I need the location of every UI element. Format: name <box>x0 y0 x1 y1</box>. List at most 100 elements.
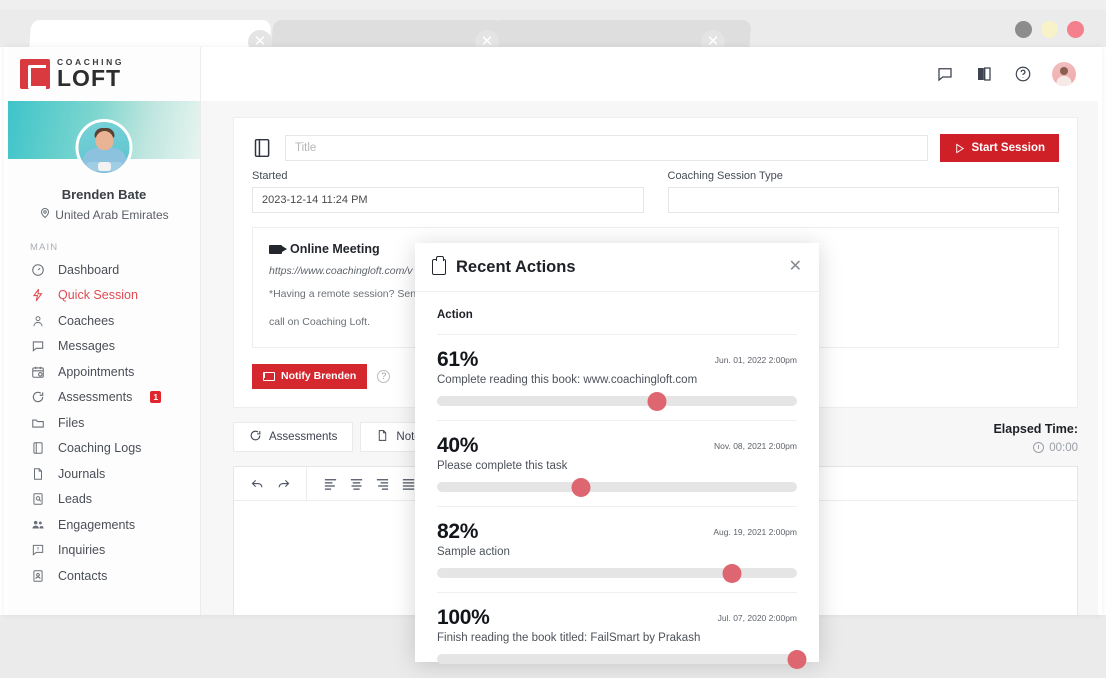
window-dot-maximize[interactable] <box>1041 21 1058 38</box>
logo-mark-icon <box>20 59 50 89</box>
sidebar-item-contacts[interactable]: Contacts <box>8 563 200 589</box>
slider-track <box>437 396 797 406</box>
sidebar-item-label: Journals <box>58 467 105 481</box>
action-header: 61% Jun. 01, 2022 2:00pm <box>437 348 797 372</box>
session-type-field: Coaching Session Type <box>668 170 1060 213</box>
logo-text: COACHING LOFT <box>57 58 124 91</box>
sidebar-item-label: Files <box>58 416 84 430</box>
sidebar-item-messages[interactable]: Messages <box>8 334 200 360</box>
sidebar-item-label: Messages <box>58 339 115 353</box>
slider-knob[interactable] <box>647 392 666 411</box>
notify-coachee-button[interactable]: Notify Brenden <box>252 364 367 389</box>
redo-icon[interactable] <box>270 470 296 496</box>
action-list-item: 100% Jul. 07, 2020 2:00pm Finish reading… <box>437 593 797 678</box>
sidebar-nav: Dashboard Quick Session Coachees Message… <box>8 257 200 589</box>
started-input[interactable]: 2023-12-14 11:24 PM <box>252 187 644 213</box>
sidebar-item-coaching-logs[interactable]: Coaching Logs <box>8 436 200 462</box>
sidebar-item-coachees[interactable]: Coachees <box>8 308 200 334</box>
elapsed-time: Elapsed Time: 00:00 <box>993 422 1078 454</box>
align-center-icon[interactable] <box>343 470 369 496</box>
logo-word-loft: LOFT <box>57 67 124 90</box>
sidebar-item-label: Dashboard <box>58 263 119 277</box>
avatar-cuff <box>98 162 111 171</box>
modal-header: Recent Actions ✕ <box>415 243 819 292</box>
started-label: Started <box>252 170 644 182</box>
lightning-icon <box>30 288 45 303</box>
sidebar-item-label: Contacts <box>58 569 107 583</box>
slider-knob[interactable] <box>723 564 742 583</box>
online-meeting-label: Online Meeting <box>290 242 380 256</box>
slider-track <box>437 654 797 664</box>
action-progress-slider[interactable] <box>437 568 797 578</box>
window-dot-minimize[interactable] <box>1015 21 1032 38</box>
started-field: Started 2023-12-14 11:24 PM <box>252 170 644 213</box>
sidebar-item-inquiries[interactable]: Inquiries <box>8 538 200 564</box>
action-description: Sample action <box>437 546 797 558</box>
action-description: Please complete this task <box>437 460 797 472</box>
sidebar-item-label: Coachees <box>58 314 114 328</box>
action-header: 40% Nov. 08, 2021 2:00pm <box>437 434 797 458</box>
elapsed-time-label: Elapsed Time: <box>993 422 1078 436</box>
action-list-item: 40% Nov. 08, 2021 2:00pm Please complete… <box>437 421 797 507</box>
action-progress-slider[interactable] <box>437 396 797 406</box>
sidebar-item-engagements[interactable]: Engagements <box>8 512 200 538</box>
refresh-icon <box>30 390 45 405</box>
close-icon[interactable]: ✕ <box>789 259 802 275</box>
sidebar-item-label: Engagements <box>58 518 135 532</box>
sidebar-item-assessments[interactable]: Assessments 1 <box>8 385 200 411</box>
help-icon[interactable] <box>1013 65 1032 84</box>
action-list-item: 61% Jun. 01, 2022 2:00pm Complete readin… <box>437 335 797 421</box>
tab-assessments[interactable]: Assessments <box>233 422 353 452</box>
sidebar-item-appointments[interactable]: Appointments <box>8 359 200 385</box>
calendar-clock-icon <box>30 364 45 379</box>
user-avatar[interactable] <box>1052 62 1076 86</box>
play-icon <box>954 143 965 154</box>
profile-banner <box>8 101 200 159</box>
session-type-select[interactable] <box>668 187 1060 213</box>
session-title-input[interactable] <box>285 135 928 161</box>
avatar[interactable] <box>76 119 133 176</box>
action-percent: 40% <box>437 434 478 458</box>
group-icon <box>30 517 45 532</box>
sidebar-item-label: Inquiries <box>58 543 105 557</box>
modal-title: Recent Actions <box>456 258 576 277</box>
action-description: Finish reading the book titled: FailSmar… <box>437 632 797 644</box>
slider-knob[interactable] <box>572 478 591 497</box>
slider-track <box>437 568 797 578</box>
elapsed-time-value: 00:00 <box>1049 442 1078 454</box>
slider-knob[interactable] <box>788 650 807 669</box>
undo-icon[interactable] <box>244 470 270 496</box>
question-icon[interactable]: ? <box>377 370 390 383</box>
start-session-button[interactable]: Start Session <box>940 134 1060 162</box>
chat-icon[interactable] <box>935 65 954 84</box>
align-left-icon[interactable] <box>317 470 343 496</box>
slider-track <box>437 482 797 492</box>
book-icon <box>252 136 273 160</box>
sidebar-item-dashboard[interactable]: Dashboard <box>8 257 200 283</box>
brand-logo[interactable]: COACHING LOFT <box>8 47 200 101</box>
recent-actions-modal: Recent Actions ✕ Action 61% Jun. 01, 202… <box>415 243 819 662</box>
action-description: Complete reading this book: www.coaching… <box>437 374 797 386</box>
window-dot-close[interactable] <box>1067 21 1084 38</box>
chrome-top-strip <box>0 0 1106 10</box>
action-progress-slider[interactable] <box>437 482 797 492</box>
window-controls <box>1015 21 1084 38</box>
session-title-row: Start Session <box>252 134 1059 162</box>
mail-icon <box>263 372 275 381</box>
sidebar-item-quick-session[interactable]: Quick Session <box>8 283 200 309</box>
status-badge: 1 <box>150 391 161 403</box>
sidebar-item-label: Assessments <box>58 390 132 404</box>
sidebar-item-leads[interactable]: Leads <box>8 487 200 513</box>
action-header: 100% Jul. 07, 2020 2:00pm <box>437 606 797 630</box>
action-progress-slider[interactable] <box>437 654 797 664</box>
book-open-icon[interactable] <box>974 65 993 84</box>
action-column-header: Action <box>437 292 797 335</box>
nav-section-label: MAIN <box>30 242 200 253</box>
align-right-icon[interactable] <box>369 470 395 496</box>
sidebar-item-files[interactable]: Files <box>8 410 200 436</box>
sidebar-item-label: Quick Session <box>58 288 138 302</box>
sidebar-item-journals[interactable]: Journals <box>8 461 200 487</box>
clipboard-icon <box>432 259 446 275</box>
profile-name: Brenden Bate <box>8 187 200 202</box>
notify-button-label: Notify Brenden <box>281 370 356 382</box>
